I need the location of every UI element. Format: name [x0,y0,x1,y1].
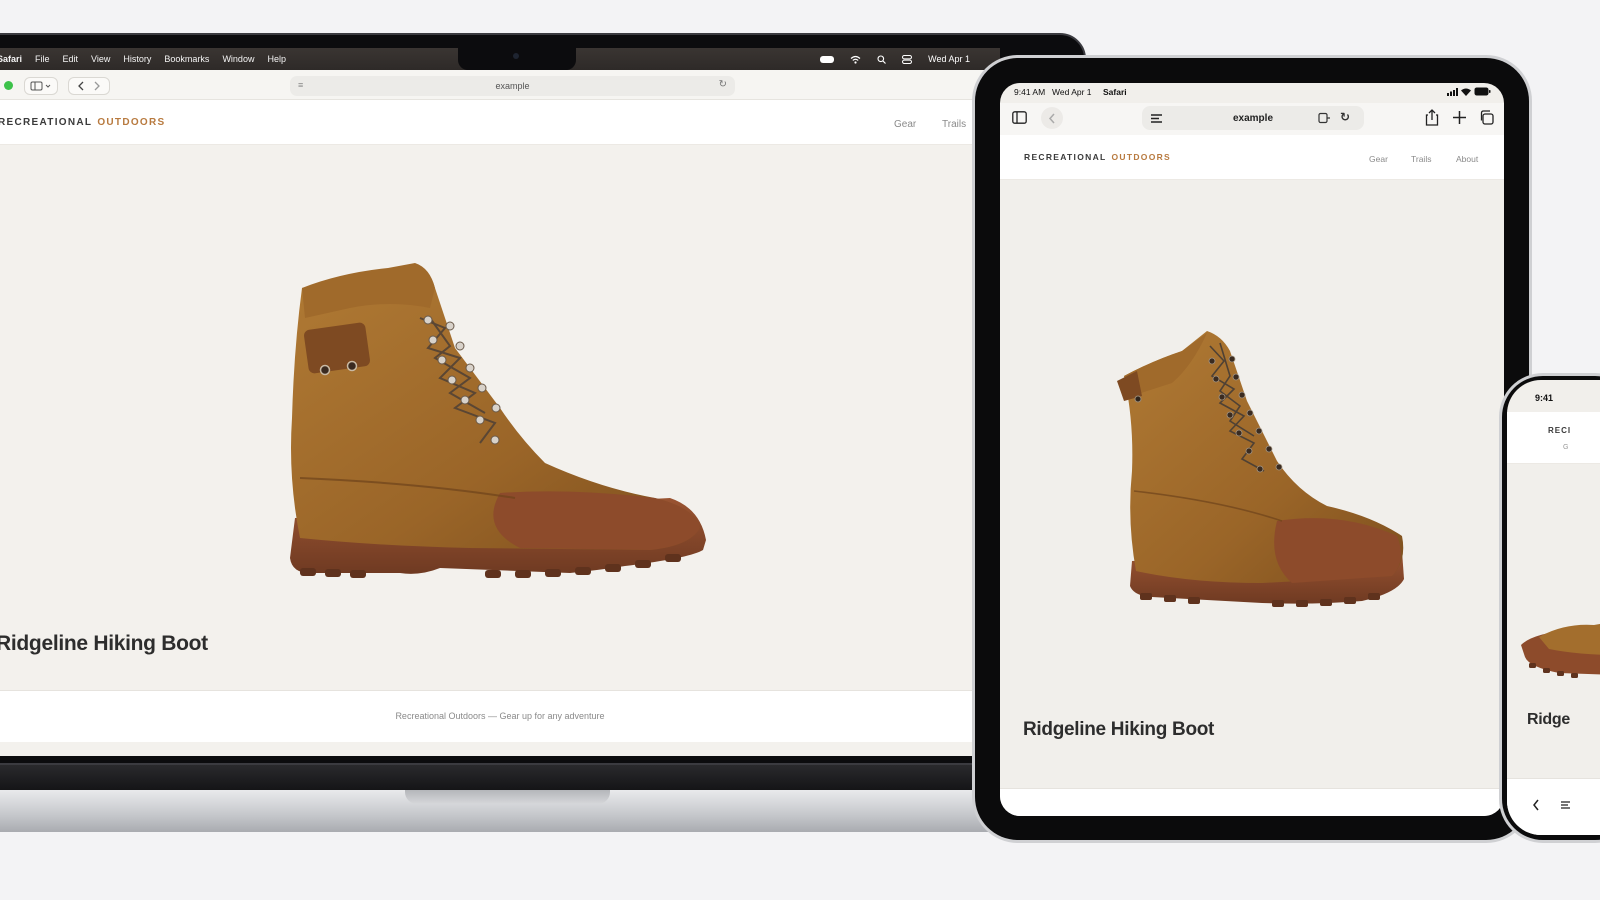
menu-file[interactable]: File [35,54,50,64]
back-icon[interactable] [1532,799,1540,811]
page-menu-icon[interactable] [1151,114,1162,123]
macbook-hinge [0,765,1086,793]
macbook-lip [405,790,610,804]
menu-bookmarks[interactable]: Bookmarks [164,54,209,64]
back-forward-group [68,77,110,95]
reload-icon[interactable]: ↻ [1340,110,1350,124]
product-title: Ridgeline Hiking Boot [1023,719,1215,740]
site-logo[interactable]: RECI [1548,426,1571,435]
nav-gear[interactable]: Gear [894,119,916,130]
footer-text: Recreational Outdoors — Gear up for any … [395,711,605,721]
plus-icon[interactable] [1453,111,1466,124]
page-menu-icon[interactable] [1561,801,1570,809]
forward-icon[interactable] [89,81,105,91]
tabs-icon[interactable] [1479,110,1494,125]
back-icon [1048,113,1055,123]
iphone-screen: 9:41 RECI G Ridge [1507,380,1600,835]
wifi-icon[interactable] [850,55,861,64]
iphone-toolbar [1507,778,1600,835]
status-time: 9:41 [1535,393,1554,403]
menu-edit[interactable]: Edit [63,54,79,64]
ipad-screen: 9:41 AM Wed Apr 1 Safari example ↻ RECRE… [1000,83,1504,816]
menubar-clock[interactable]: Wed Apr 1 [928,54,970,64]
boot-image [1521,623,1600,678]
url-text: example [1232,112,1274,124]
battery-icon[interactable] [820,55,835,63]
menu-window[interactable]: Window [222,54,254,64]
logo-accent: OUTDOORS [1111,152,1172,162]
nav-about[interactable]: About [1456,154,1478,164]
back-button[interactable] [1041,107,1063,129]
macbook-screen: Safari File Edit View History Bookmarks … [0,48,1000,756]
reload-icon[interactable]: ↻ [719,79,727,90]
boot-image [1117,331,1404,607]
product-title: Ridgeline Hiking Boot [0,632,208,655]
site-footer: Recreational Outdoors — Gear up for any … [0,690,1000,742]
sidebar-toggle-button[interactable] [24,77,58,95]
menubar-status: Wed Apr 1 [820,48,970,70]
ipad-safari-toolbar: example ↻ [1000,103,1504,135]
search-icon[interactable] [877,54,887,64]
site-footer [1000,788,1504,816]
site-header: RECI G [1507,412,1600,464]
menu-help[interactable]: Help [267,54,286,64]
safari-toolbar: ≡ example ↻ [0,70,1000,100]
control-center-icon[interactable] [902,54,913,64]
address-bar[interactable]: ≡ example ↻ [290,76,735,96]
logo-main: RECREATIONAL [1024,152,1107,162]
site-logo[interactable]: RECREATIONAL OUTDOORS [0,117,166,128]
boot-image [290,263,706,578]
signal-icon [1447,88,1458,96]
url-text: example [495,81,530,91]
battery-icon [1474,87,1491,96]
site-header: RECREATIONAL OUTDOORS Gear Trails [0,100,1000,145]
logo-main: RECREATIONAL [0,117,93,128]
nav-trails[interactable]: Trails [942,119,966,130]
page-menu-icon[interactable]: ≡ [298,80,303,90]
menu-safari[interactable]: Safari [0,54,22,64]
product-title: Ridge [1527,711,1570,728]
nav-gear[interactable]: Gear [1369,154,1388,164]
menu-history[interactable]: History [123,54,151,64]
sidebar-icon [30,81,51,91]
status-app: Safari [1103,87,1127,97]
address-bar[interactable]: example ↻ [1142,106,1364,130]
site-header: RECREATIONAL OUTDOORS Gear Trails About [1000,135,1504,180]
nav-trails[interactable]: Trails [1411,154,1431,164]
nav-gear[interactable]: G [1563,444,1568,451]
menu-view[interactable]: View [91,54,110,64]
share-icon[interactable] [1425,109,1439,126]
status-date: Wed Apr 1 [1052,87,1092,97]
window-zoom-button[interactable] [4,81,13,90]
macbook-notch [458,48,576,70]
sidebar-icon[interactable] [1012,111,1027,124]
reader-icon[interactable] [1318,112,1331,124]
camera-icon [513,53,519,59]
ipad-status-bar: 9:41 AM Wed Apr 1 Safari [1000,83,1504,103]
wifi-icon [1461,88,1471,96]
status-time: 9:41 AM [1014,87,1046,97]
site-logo[interactable]: RECREATIONAL OUTDOORS [1024,152,1171,162]
logo-accent: OUTDOORS [97,117,166,128]
back-icon[interactable] [73,81,89,91]
